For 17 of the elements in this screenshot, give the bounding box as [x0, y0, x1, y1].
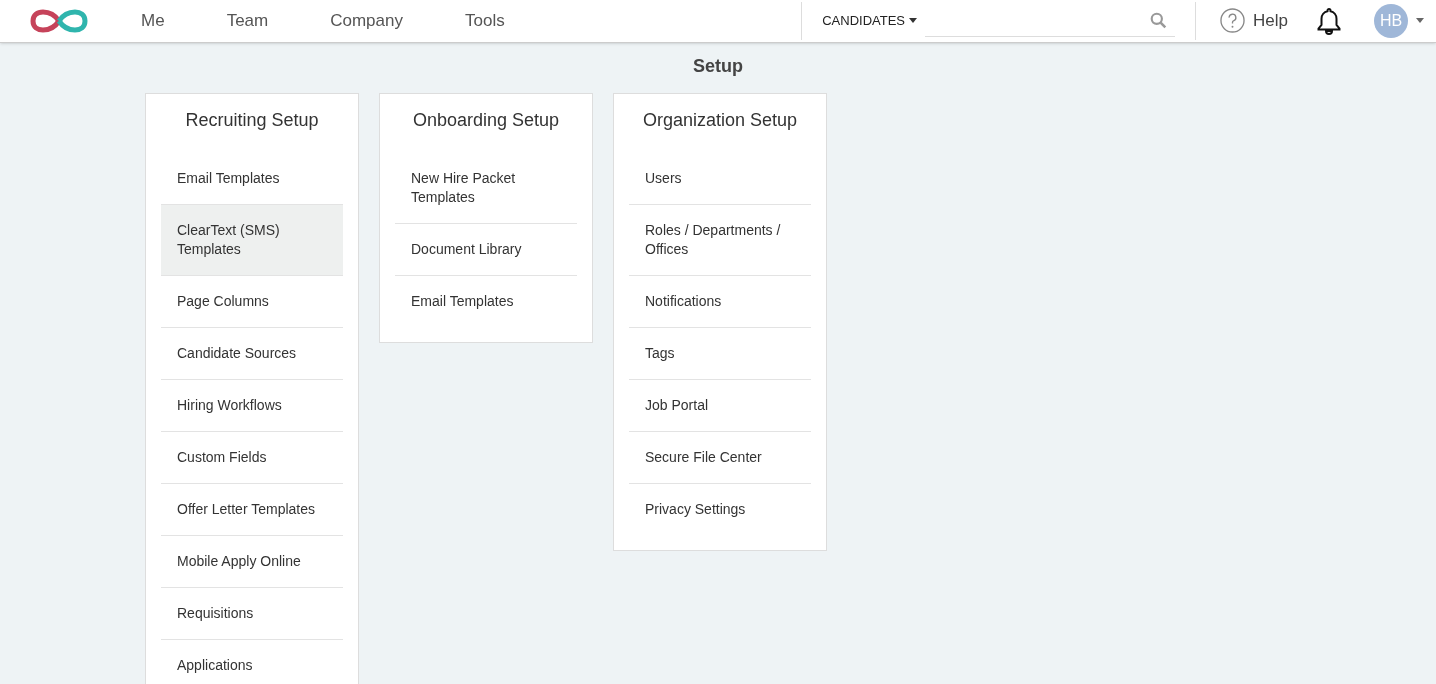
- nav-link[interactable]: Me: [129, 0, 177, 42]
- help-button[interactable]: Help: [1220, 8, 1288, 34]
- nav-link[interactable]: Company: [318, 0, 415, 42]
- card-title: Organization Setup: [641, 108, 799, 132]
- setup-link[interactable]: ClearText (SMS) Templates: [161, 204, 343, 276]
- caret-icon: [909, 18, 918, 24]
- search-scope-dropdown[interactable]: CANDIDATES: [822, 11, 918, 31]
- nav-link[interactable]: Team: [214, 0, 281, 42]
- help-icon: [1220, 8, 1246, 34]
- nav-link[interactable]: Tools: [452, 0, 517, 42]
- help-label: Help: [1253, 10, 1288, 32]
- caret-icon[interactable]: [1416, 18, 1424, 24]
- card-title: Onboarding Setup: [411, 108, 561, 132]
- search-icon: [1150, 11, 1168, 29]
- bell-icon[interactable]: [1316, 6, 1342, 35]
- page-title: Setup: [692, 54, 744, 78]
- card-title: Recruiting Setup: [184, 108, 320, 132]
